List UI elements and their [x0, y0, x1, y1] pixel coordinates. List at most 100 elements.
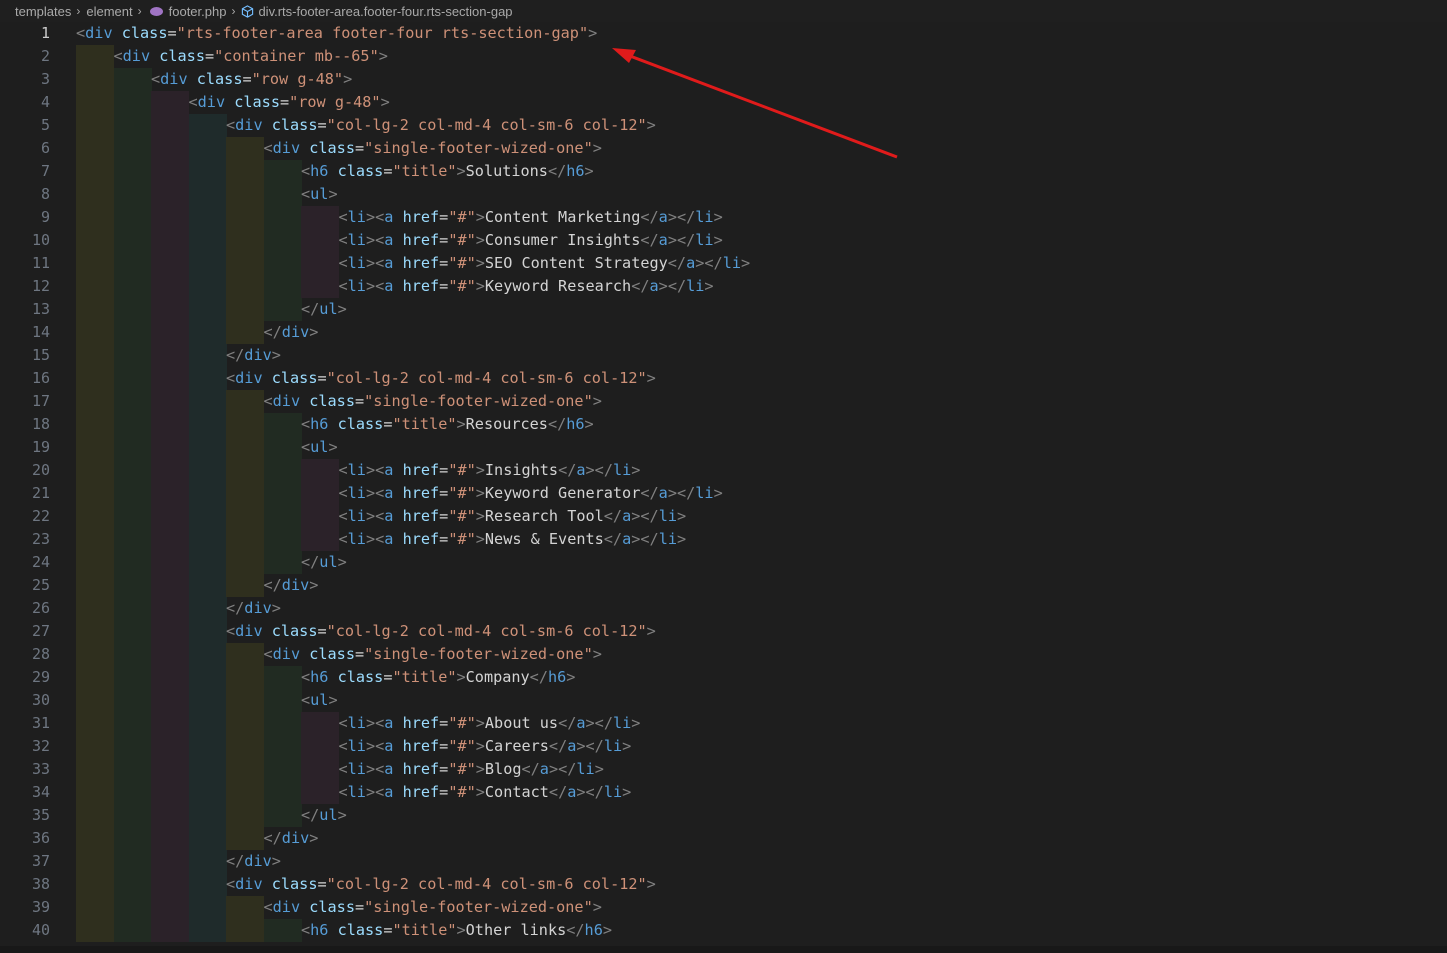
code-line[interactable]: <h6 class="title">Company</h6>	[301, 666, 575, 689]
code-line[interactable]: <div class="col-lg-2 col-md-4 col-sm-6 c…	[226, 620, 656, 643]
code-line[interactable]: <div class="single-footer-wized-one">	[264, 643, 602, 666]
indent-guide	[263, 229, 302, 252]
code-line[interactable]: <li><a href="#">Careers</a></li>	[339, 735, 632, 758]
indent-guide	[76, 367, 114, 390]
line-number: 23	[31, 530, 50, 548]
code-line[interactable]: </div>	[226, 597, 281, 620]
indent-guide	[188, 183, 227, 206]
line-number: 11	[31, 254, 50, 272]
indent-guide	[188, 160, 227, 183]
line-number: 4	[40, 93, 50, 111]
code-line[interactable]: <li><a href="#">News & Events</a></li>	[339, 528, 687, 551]
indent-guide	[188, 275, 227, 298]
indent-guide	[151, 735, 189, 758]
indent-guide	[263, 413, 302, 436]
indent-guide	[76, 298, 114, 321]
indent-guide	[76, 183, 114, 206]
code-line[interactable]: </div>	[264, 827, 319, 850]
code-line[interactable]: </div>	[226, 850, 281, 873]
indent-guide	[76, 390, 114, 413]
indent-guide	[226, 505, 264, 528]
line-number: 29	[31, 668, 50, 686]
indent-guide	[188, 643, 227, 666]
code-line[interactable]: <div class="rts-footer-area footer-four …	[76, 22, 597, 45]
code-line[interactable]: <div class="single-footer-wized-one">	[264, 137, 602, 160]
indent-guide	[188, 436, 227, 459]
breadcrumb-item-element[interactable]: element	[86, 4, 132, 19]
indent-guide	[76, 206, 114, 229]
indent-guide	[188, 528, 227, 551]
indent-guide	[113, 551, 152, 574]
breadcrumb-item-symbol[interactable]: div.rts-footer-area.footer-four.rts-sect…	[258, 4, 512, 19]
indent-guide	[188, 482, 227, 505]
code-line[interactable]: <div class="col-lg-2 col-md-4 col-sm-6 c…	[226, 114, 656, 137]
breadcrumb-item-templates[interactable]: templates	[15, 4, 71, 19]
indent-guide	[301, 505, 339, 528]
code-line[interactable]: </div>	[264, 321, 319, 344]
indent-guide	[188, 574, 227, 597]
line-number: 40	[31, 921, 50, 939]
indent-guide	[113, 137, 152, 160]
code-line[interactable]: <li><a href="#">Keyword Research</a></li…	[339, 275, 714, 298]
indent-guide	[151, 781, 189, 804]
code-line[interactable]: <li><a href="#">Blog</a></li>	[339, 758, 604, 781]
indent-guide	[301, 758, 339, 781]
code-line[interactable]: <div class="row g-48">	[151, 68, 352, 91]
indent-guide	[188, 620, 227, 643]
line-number: 7	[40, 162, 50, 180]
indent-guide	[226, 804, 264, 827]
indent-guide	[76, 91, 114, 114]
indent-guide	[188, 367, 227, 390]
code-line[interactable]: <li><a href="#">Content Marketing</a></l…	[339, 206, 723, 229]
code-line[interactable]: <div class="col-lg-2 col-md-4 col-sm-6 c…	[226, 367, 656, 390]
line-number-gutter[interactable]: 1 2 3 4 5 6 7 8 9 10 11 12 13 14 15 16 17 18 19 20 21 22 23 24 2…	[0, 22, 60, 946]
code-line[interactable]: <h6 class="title">Other links</h6>	[301, 919, 612, 942]
code-line[interactable]: <div class="container mb--65">	[114, 45, 388, 68]
code-line[interactable]: <li><a href="#">About us</a></li>	[339, 712, 641, 735]
indent-guide	[76, 114, 114, 137]
code-line[interactable]: </ul>	[301, 804, 347, 827]
code-editor[interactable]: 1 2 3 4 5 6 7 8 9 10 11 12 13 14 15 16 17 18 19 20 21 22 23 24 2…	[0, 22, 1447, 946]
code-line[interactable]: <li><a href="#">Keyword Generator</a></l…	[339, 482, 723, 505]
breadcrumb-item-file[interactable]: footer.php	[169, 4, 227, 19]
code-line[interactable]: <ul>	[301, 689, 338, 712]
indent-guide	[263, 528, 302, 551]
indent-guide	[151, 574, 189, 597]
code-line[interactable]: <div class="col-lg-2 col-md-4 col-sm-6 c…	[226, 873, 656, 896]
code-line[interactable]: <ul>	[301, 436, 338, 459]
code-line[interactable]: <li><a href="#">Contact</a></li>	[339, 781, 632, 804]
code-line[interactable]: <div class="row g-48">	[189, 91, 390, 114]
code-line[interactable]: <li><a href="#">SEO Content Strategy</a>…	[339, 252, 751, 275]
code-line[interactable]: </ul>	[301, 298, 347, 321]
indent-guide	[151, 919, 189, 942]
code-line[interactable]: <div class="single-footer-wized-one">	[264, 390, 602, 413]
indent-guide	[226, 896, 264, 919]
code-line[interactable]: <h6 class="title">Resources</h6>	[301, 413, 594, 436]
code-line[interactable]: <h6 class="title">Solutions</h6>	[301, 160, 594, 183]
indent-guide	[226, 321, 264, 344]
indent-guide	[226, 781, 264, 804]
indent-guide	[151, 804, 189, 827]
code-line[interactable]: <li><a href="#">Consumer Insights</a></l…	[339, 229, 723, 252]
chevron-right-icon: ›	[76, 4, 81, 18]
code-line[interactable]: <div class="single-footer-wized-one">	[264, 896, 602, 919]
code-line[interactable]: <li><a href="#">Research Tool</a></li>	[339, 505, 687, 528]
indent-guide	[301, 275, 339, 298]
indent-guide	[188, 804, 227, 827]
indent-guide	[263, 436, 302, 459]
indent-guide	[226, 183, 264, 206]
indent-guide	[188, 850, 227, 873]
indent-guide	[226, 275, 264, 298]
indent-guide	[151, 597, 189, 620]
indent-guide	[113, 298, 152, 321]
indent-guide	[151, 482, 189, 505]
code-line[interactable]: </ul>	[301, 551, 347, 574]
code-line[interactable]: </div>	[226, 344, 281, 367]
indent-guide	[151, 298, 189, 321]
indent-guide	[151, 620, 189, 643]
code-line[interactable]: </div>	[264, 574, 319, 597]
code-line[interactable]: <li><a href="#">Insights</a></li>	[339, 459, 641, 482]
indent-guide	[113, 758, 152, 781]
code-line[interactable]: <ul>	[301, 183, 338, 206]
indent-guide	[263, 689, 302, 712]
